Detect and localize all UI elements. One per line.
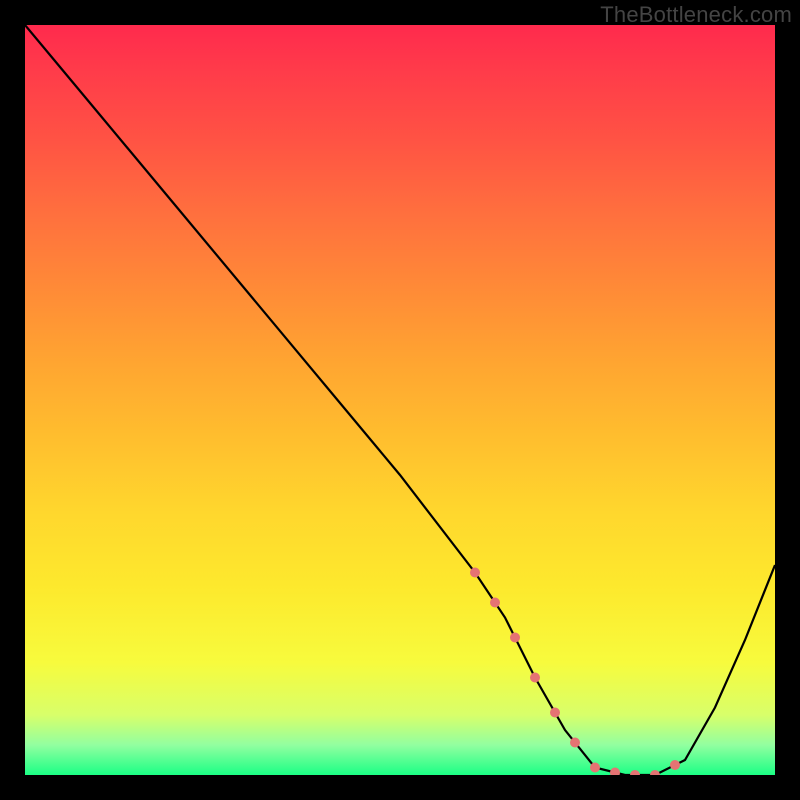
optimal-dot xyxy=(650,770,660,775)
optimal-dot xyxy=(630,770,640,775)
optimal-range-dots xyxy=(470,568,680,776)
watermark-text: TheBottleneck.com xyxy=(600,2,792,28)
optimal-dot xyxy=(550,708,560,718)
plot-area xyxy=(25,25,775,775)
optimal-dot xyxy=(570,738,580,748)
optimal-dot xyxy=(590,763,600,773)
optimal-dot xyxy=(670,760,680,770)
optimal-dot xyxy=(530,673,540,683)
curve-svg xyxy=(25,25,775,775)
optimal-dot xyxy=(510,633,520,643)
chart-container: TheBottleneck.com xyxy=(0,0,800,800)
optimal-dot xyxy=(490,598,500,608)
main-curve xyxy=(25,25,775,775)
optimal-dot xyxy=(470,568,480,578)
optimal-dot xyxy=(610,768,620,776)
